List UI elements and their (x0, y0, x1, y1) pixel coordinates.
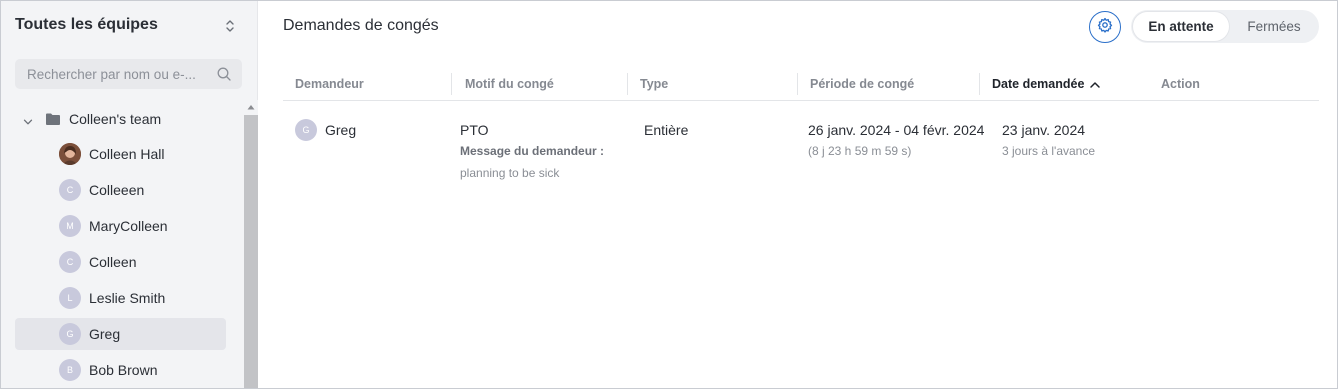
member-name: Colleen (89, 254, 137, 270)
scrollbar-thumb[interactable] (244, 115, 258, 388)
column-label: Demandeur (295, 76, 364, 91)
member-item[interactable]: M MaryColleen (15, 210, 226, 242)
gear-icon (1097, 17, 1113, 38)
status-tabs: En attente Fermées (1131, 10, 1319, 43)
advance-notice: 3 jours à l'avance (1002, 144, 1096, 158)
tab-pending[interactable]: En attente (1133, 12, 1229, 41)
column-label: Action (1161, 76, 1200, 91)
member-name: Colleen Hall (89, 146, 165, 162)
avatar (59, 143, 81, 165)
member-name: Leslie Smith (89, 290, 166, 306)
requested-date: 23 janv. 2024 (1002, 122, 1086, 138)
column-header-action: Action (1161, 67, 1281, 100)
leave-type: Entière (644, 122, 689, 138)
member-name: MaryColleen (89, 218, 168, 234)
page-title: Demandes de congés (283, 17, 439, 34)
column-header-requester[interactable]: Demandeur (295, 67, 452, 100)
member-item[interactable]: C Colleen (15, 246, 226, 278)
member-item-selected[interactable]: G Greg (15, 318, 226, 350)
requester-message-label: Message du demandeur : (460, 144, 605, 158)
team-item[interactable]: Colleen's team (15, 104, 226, 134)
avatar: C (59, 251, 81, 273)
column-divider (797, 73, 798, 95)
column-header-reason[interactable]: Motif du congé (465, 67, 628, 100)
member-name: Bob Brown (89, 362, 158, 378)
search-box (15, 59, 242, 89)
leave-duration: (8 j 23 h 59 m 59 s) (808, 144, 912, 158)
search-input[interactable] (15, 59, 211, 89)
requester-name: Greg (325, 122, 357, 138)
avatar: G (295, 119, 317, 141)
sidebar-title: Toutes les équipes (15, 16, 158, 33)
column-divider (451, 73, 452, 95)
member-item[interactable]: B Bob Brown (15, 354, 226, 386)
column-divider (979, 73, 980, 95)
chevron-down-icon[interactable] (23, 114, 33, 125)
avatar: C (59, 179, 81, 201)
tab-closed[interactable]: Fermées (1231, 12, 1317, 41)
column-label: Date demandée (992, 76, 1085, 91)
team-tree: Colleen's team Colleen Hall C Colleeen M… (1, 100, 244, 388)
avatar: B (59, 359, 81, 381)
avatar: G (59, 323, 81, 345)
settings-button[interactable] (1089, 11, 1121, 43)
member-name: Greg (89, 326, 121, 342)
column-header-type[interactable]: Type (640, 67, 798, 100)
column-divider (627, 73, 628, 95)
requester-message: planning to be sick (460, 166, 560, 180)
member-name: Colleeen (89, 182, 145, 198)
team-sidebar: Toutes les équipes Rechercher par nom ou… (1, 1, 258, 388)
team-label: Colleen's team (69, 111, 162, 127)
column-label: Motif du congé (465, 76, 554, 91)
main-panel: Demandes de congés En attente Fermées De… (258, 1, 1337, 388)
avatar: L (59, 287, 81, 309)
scroll-up-arrow-icon[interactable] (244, 100, 258, 114)
avatar: M (59, 215, 81, 237)
member-item[interactable]: C Colleeen (15, 174, 226, 206)
folder-icon (45, 112, 61, 126)
sidebar-scrollbar[interactable] (244, 100, 258, 388)
leave-reason: PTO (460, 122, 489, 138)
column-label: Type (640, 76, 669, 91)
member-item[interactable]: L Leslie Smith (15, 282, 226, 314)
column-label: Période de congé (810, 76, 915, 91)
app-window: Toutes les équipes Rechercher par nom ou… (0, 0, 1338, 389)
chevron-up-down-icon[interactable] (223, 15, 237, 37)
column-header-requested-date[interactable]: Date demandée (992, 67, 1152, 100)
search-icon[interactable] (216, 66, 232, 82)
table-header: Demandeur Motif du congé Type Période de… (283, 67, 1319, 101)
chevron-up-icon[interactable] (1089, 79, 1101, 89)
member-item[interactable]: Colleen Hall (15, 138, 226, 170)
column-header-period[interactable]: Période de congé (810, 67, 980, 100)
leave-period: 26 janv. 2024 - 04 févr. 2024 (808, 122, 985, 138)
